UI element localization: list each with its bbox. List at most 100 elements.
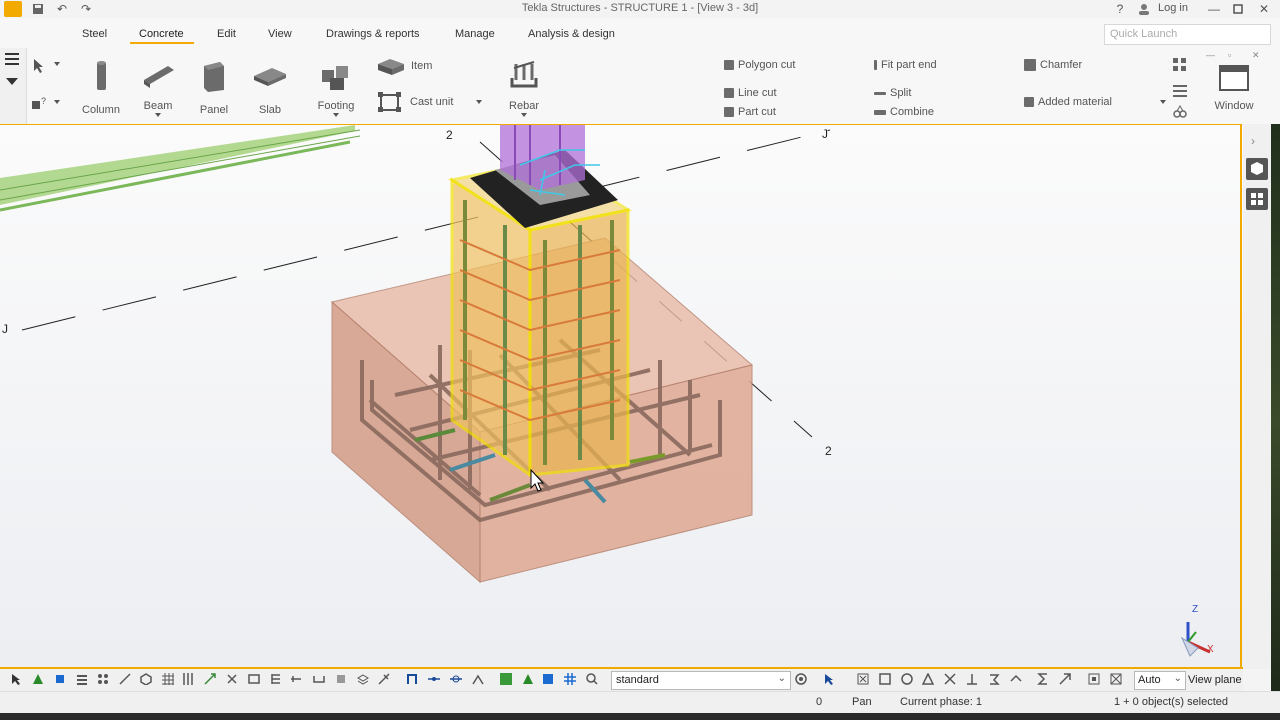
- select-bolt-icon[interactable]: [335, 673, 347, 685]
- status-selected: 1 + 0 object(s) selected: [1114, 696, 1229, 708]
- item-button[interactable]: Item: [376, 56, 436, 76]
- select-weld-icon[interactable]: [313, 673, 325, 685]
- filter-settings-icon[interactable]: [795, 673, 807, 685]
- select-reference-icon[interactable]: [182, 673, 194, 685]
- tab-steel[interactable]: Steel: [82, 28, 107, 40]
- footing-button[interactable]: Footing: [312, 58, 360, 118]
- snap-end-icon[interactable]: [406, 673, 418, 685]
- chevron-down-icon[interactable]: [521, 113, 527, 117]
- snap-sigma-icon[interactable]: [1037, 673, 1049, 685]
- applications-icon[interactable]: [1246, 188, 1268, 210]
- tab-manage[interactable]: Manage: [455, 28, 495, 40]
- menu-icon[interactable]: [5, 52, 19, 66]
- model-viewport[interactable]: 2 J J 2 Z X: [0, 125, 1243, 669]
- part-cut-button[interactable]: Part cut: [724, 106, 776, 118]
- select-pick-icon[interactable]: [378, 673, 390, 685]
- chevron-down-icon[interactable]: [333, 113, 339, 117]
- polygon-cut-button[interactable]: Polygon cut: [724, 59, 795, 71]
- ribbon-tools-icon[interactable]: [1173, 104, 1187, 118]
- snap-cross-icon[interactable]: [944, 673, 956, 685]
- select-layer-icon[interactable]: [357, 673, 369, 685]
- tab-edit[interactable]: Edit: [217, 28, 236, 40]
- model-scene[interactable]: [0, 125, 1243, 667]
- close-icon[interactable]: ✕: [1256, 1, 1272, 17]
- snap-perp-icon[interactable]: [966, 673, 978, 685]
- chevron-right-icon[interactable]: ›: [1251, 134, 1255, 148]
- zoom-icon[interactable]: [586, 673, 598, 685]
- snap-icon[interactable]: ?: [31, 95, 49, 114]
- snap-x-icon[interactable]: [857, 673, 869, 685]
- user-icon[interactable]: [1136, 1, 1152, 17]
- chevron-down-icon[interactable]: [54, 100, 60, 104]
- chevron-down-icon[interactable]: [476, 100, 482, 104]
- snap-arc-icon[interactable]: [472, 673, 484, 685]
- chevron-down-icon[interactable]: [155, 113, 161, 117]
- column-button[interactable]: Column: [80, 58, 122, 118]
- select-object-icon[interactable]: [140, 673, 152, 686]
- snap-mid-icon[interactable]: [428, 673, 440, 685]
- panel-button[interactable]: Panel: [194, 58, 234, 118]
- slab-button[interactable]: Slab: [250, 58, 290, 118]
- snap-grid-icon[interactable]: [564, 673, 576, 685]
- snap-green-icon[interactable]: [500, 673, 512, 685]
- select-mode-icon[interactable]: [823, 673, 835, 685]
- login-link[interactable]: Log in: [1158, 2, 1188, 14]
- ribbon-list-icon[interactable]: [1173, 84, 1187, 98]
- snap-work-icon[interactable]: [1110, 673, 1122, 685]
- select-arrow-icon[interactable]: [31, 58, 47, 77]
- quick-launch-input[interactable]: Quick Launch: [1104, 24, 1271, 45]
- select-grid-icon[interactable]: [97, 673, 109, 685]
- snap-extend-icon[interactable]: [1059, 673, 1071, 685]
- snap-square-icon[interactable]: [879, 673, 891, 685]
- select-grid-lines-icon[interactable]: [162, 673, 174, 685]
- snap-blue-icon[interactable]: [542, 673, 554, 685]
- rebar-button[interactable]: Rebar: [502, 58, 546, 118]
- tab-concrete[interactable]: Concrete: [139, 28, 184, 40]
- snap-triangle-icon[interactable]: [522, 673, 534, 685]
- split-button[interactable]: Split: [874, 87, 911, 99]
- line-cut-button[interactable]: Line cut: [724, 87, 777, 99]
- snap-circle-icon[interactable]: [901, 673, 913, 685]
- select-line-icon[interactable]: [119, 673, 131, 685]
- select-rect-icon[interactable]: [248, 673, 260, 685]
- mini-minimize-icon[interactable]: —: [1206, 50, 1215, 60]
- cast-unit-button[interactable]: Cast unit: [378, 92, 486, 112]
- chevron-down-icon[interactable]: [1160, 100, 1166, 104]
- tab-drawings-reports[interactable]: Drawings & reports: [326, 28, 420, 40]
- snap-line-icon[interactable]: [450, 673, 462, 685]
- snap-nearest-icon[interactable]: [988, 673, 1000, 685]
- snap-free-icon[interactable]: [1010, 673, 1022, 685]
- filter-select[interactable]: standard ⌄: [611, 671, 791, 690]
- minimize-icon[interactable]: —: [1206, 1, 1222, 17]
- select-all-icon[interactable]: [10, 673, 22, 685]
- depth-select[interactable]: Auto ⌄: [1134, 671, 1186, 690]
- mini-restore-icon[interactable]: ▫: [1228, 50, 1231, 60]
- select-parts-icon[interactable]: [32, 673, 44, 685]
- green-beam[interactable]: [0, 125, 361, 212]
- maximize-icon[interactable]: [1230, 1, 1246, 17]
- tab-analysis-design[interactable]: Analysis & design: [528, 28, 615, 40]
- snap-tri-icon[interactable]: [921, 672, 935, 685]
- beam-button[interactable]: Beam: [138, 58, 178, 118]
- select-points-icon[interactable]: [76, 673, 88, 685]
- combine-button[interactable]: Combine: [874, 106, 934, 118]
- chevron-down-icon[interactable]: [54, 62, 60, 66]
- chevron-down-icon: ⌄: [777, 673, 786, 684]
- select-assembly-icon[interactable]: [270, 673, 282, 685]
- chamfer-button[interactable]: Chamfer: [1024, 59, 1082, 72]
- window-button[interactable]: Window: [1210, 64, 1258, 118]
- added-material-button[interactable]: Added material: [1024, 96, 1112, 108]
- select-component-icon[interactable]: [290, 673, 302, 685]
- snap-plane-icon[interactable]: [1088, 673, 1100, 685]
- select-snap-icon[interactable]: [204, 673, 216, 685]
- property-cube-icon[interactable]: [1246, 158, 1268, 180]
- fit-part-end-button[interactable]: Fit part end: [874, 59, 937, 71]
- select-surface-icon[interactable]: [54, 673, 66, 685]
- tab-view[interactable]: View: [268, 28, 292, 40]
- help-icon[interactable]: ?: [1112, 1, 1128, 17]
- plane-select[interactable]: View plane: [1188, 674, 1242, 686]
- chevron-down-icon[interactable]: [6, 78, 18, 85]
- ribbon-grid-icon[interactable]: [1173, 58, 1187, 72]
- mini-close-icon[interactable]: ✕: [1252, 50, 1260, 61]
- select-cut-icon[interactable]: [226, 673, 238, 685]
